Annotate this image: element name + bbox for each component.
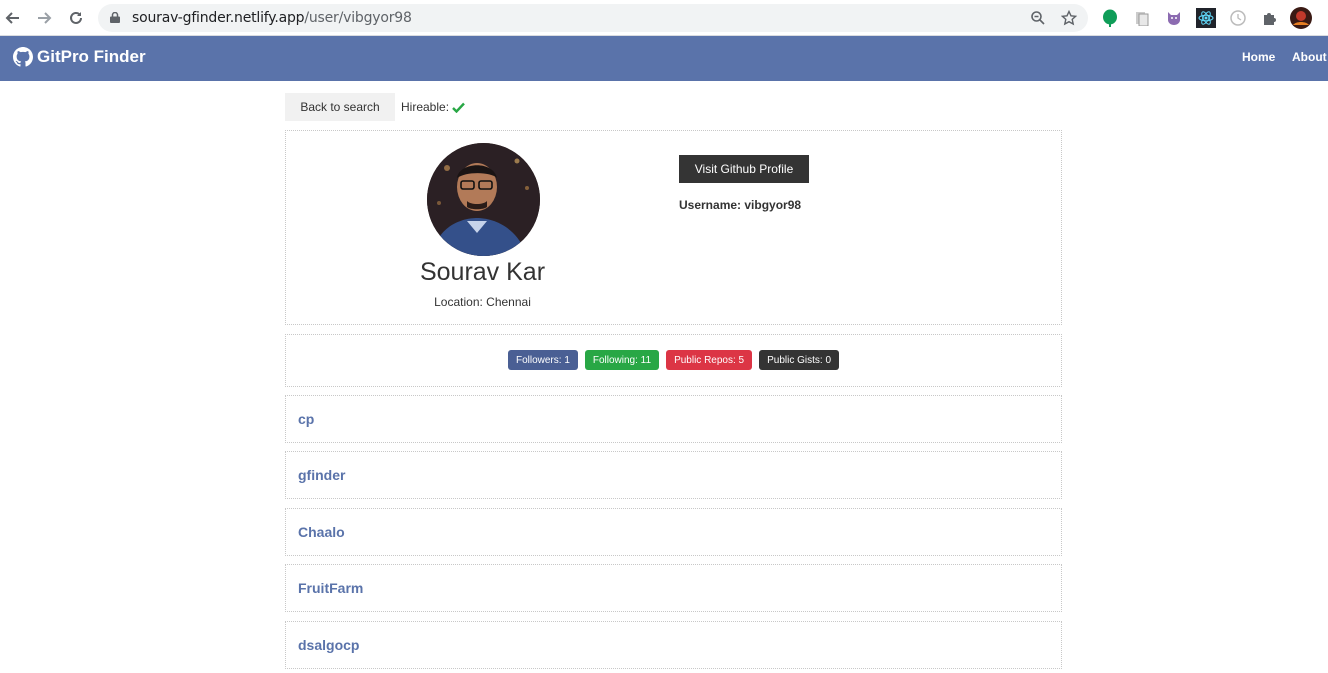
- star-icon[interactable]: [1060, 9, 1078, 27]
- check-icon: [452, 102, 465, 113]
- brand-title: GitPro Finder: [37, 47, 146, 66]
- followers-badge: Followers: 1: [507, 350, 578, 370]
- nav-home-link[interactable]: Home: [1242, 50, 1275, 64]
- hireable-label: Hireable:: [401, 100, 450, 114]
- profile-username: Username: vibgyor98: [679, 198, 802, 212]
- nav-about-link[interactable]: About: [1292, 50, 1327, 64]
- repo-link[interactable]: gfinder: [298, 467, 345, 483]
- profile-name: Sourav Kar: [419, 258, 546, 286]
- brand[interactable]: GitPro Finder: [13, 47, 146, 67]
- address-bar[interactable]: sourav-gfinder.netlify.app/user/vibgyor9…: [98, 4, 1088, 32]
- extension-clock-icon[interactable]: [1227, 7, 1249, 29]
- extension-github-cat-icon[interactable]: [1163, 7, 1185, 29]
- forward-arrow-icon[interactable]: [32, 6, 56, 30]
- extensions-puzzle-icon[interactable]: [1259, 7, 1281, 29]
- repo-card: FruitFarm: [285, 564, 1062, 612]
- github-logo-icon: [13, 47, 33, 67]
- reload-icon[interactable]: [64, 6, 88, 30]
- lock-icon: [110, 12, 120, 23]
- repo-card: Chaalo: [285, 508, 1062, 556]
- repo-link[interactable]: cp: [298, 411, 314, 427]
- repo-link[interactable]: Chaalo: [298, 524, 345, 540]
- extension-leaf-icon[interactable]: [1099, 7, 1121, 29]
- profile-location: Location: Chennai: [434, 295, 531, 309]
- repo-card: cp: [285, 395, 1062, 443]
- public-repos-badge: Public Repos: 5: [666, 350, 753, 370]
- extension-doc-icon[interactable]: [1131, 7, 1153, 29]
- app-navbar: GitPro Finder Home About: [0, 36, 1328, 81]
- repo-link[interactable]: FruitFarm: [298, 580, 363, 596]
- public-gists-badge: Public Gists: 0: [759, 350, 840, 370]
- zoom-icon[interactable]: [1029, 9, 1047, 27]
- repo-link[interactable]: dsalgocp: [298, 637, 359, 653]
- hireable-status: Hireable:: [401, 100, 465, 114]
- back-arrow-icon[interactable]: [1, 6, 25, 30]
- following-badge: Following: 11: [584, 350, 660, 370]
- profile-avatar[interactable]: [1290, 7, 1312, 29]
- visit-github-profile-button[interactable]: Visit Github Profile: [679, 155, 809, 183]
- avatar: [427, 143, 540, 256]
- extension-react-icon[interactable]: [1195, 7, 1217, 29]
- browser-toolbar: sourav-gfinder.netlify.app/user/vibgyor9…: [0, 0, 1328, 36]
- back-to-search-button[interactable]: Back to search: [285, 93, 395, 121]
- repo-card: gfinder: [285, 451, 1062, 499]
- url-text: sourav-gfinder.netlify.app/user/vibgyor9…: [132, 10, 412, 26]
- profile-card: Sourav Kar Location: Chennai Visit Githu…: [285, 130, 1062, 325]
- repo-card: dsalgocp: [285, 621, 1062, 669]
- stats-card: Followers: 1 Following: 11 Public Repos:…: [285, 334, 1062, 387]
